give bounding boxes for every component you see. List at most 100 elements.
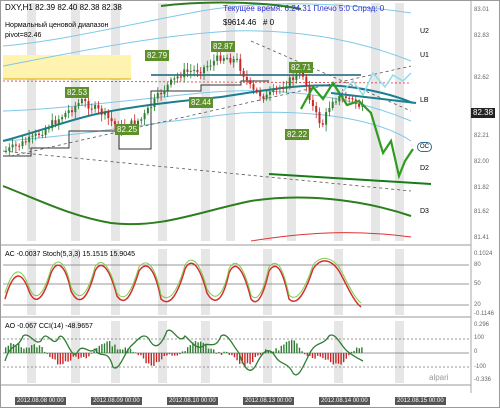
candle-body [226,57,229,59]
server-time: Текущее время: 6.24.31 Плечо 5:0 Спрэд: … [223,4,385,13]
level-d2: D2 [420,165,429,172]
ao-bar [233,353,236,358]
ao-axis-tick: 0.296 [474,322,490,328]
ao-bar [51,353,54,359]
candle-body [262,96,265,99]
ao-bar [20,347,22,353]
candle-body [344,96,347,99]
candle-body [288,77,291,87]
ao-bar [288,340,290,353]
price-label: 82.25 [115,124,140,135]
candle-body [150,107,153,109]
candle-body [348,98,351,100]
price-axis-tick: 82.83 [474,33,490,39]
session-stripes [27,3,404,241]
candle-body [87,101,90,109]
time-axis-label: 2012.08.10 00:00 [167,397,218,405]
candle-body [57,119,60,125]
ao-bar [41,347,43,353]
candle-body [315,106,318,113]
candle-body [110,118,113,122]
ao-bar [187,347,189,353]
candle-body [153,98,156,108]
candle-body [8,147,11,151]
ao-bar [129,348,132,353]
price-label: 82.53 [65,87,90,98]
candle-body [31,135,34,137]
ao-bar [137,353,139,356]
candle-body [358,103,361,107]
chart-canvas [1,1,472,393]
candle-body [249,80,252,85]
candle-body [21,141,24,147]
candle-body [196,69,199,73]
ao-bar [46,353,48,354]
ao-bar [353,350,355,353]
ao-bar [343,353,345,363]
candle-body [222,58,225,61]
ao-bar [25,347,28,353]
stoch-axis-tick: 50 [474,281,481,287]
ao-bar [23,348,25,353]
candle-body [335,101,337,103]
candle-body [18,145,21,147]
ao-bar [189,345,191,353]
ao-bar [301,351,303,353]
level-d3: D3 [420,208,429,215]
pivot-zone [3,55,131,79]
candle-body [5,150,7,152]
ao-bar [220,353,223,355]
ao-bar [124,347,126,353]
ao-axis-tick: -0.336 [474,377,492,383]
ao-bar [122,349,124,353]
ao-bar [335,353,337,364]
ao-bar [70,353,72,361]
candle-body [255,89,258,92]
ao-bar [259,353,262,355]
chart-window[interactable]: DXY,H1 82.39 82.40 82.38 82.38 Текущее в… [0,0,500,408]
ao-bar [59,353,61,365]
candle-body [104,111,106,115]
ao-bar [327,353,329,360]
price-axis-tick: 83.01 [474,7,490,13]
stoch-axis-tick: 20 [474,302,481,308]
ao-bar [246,353,249,364]
ao-bar [161,353,163,360]
candle-body [94,105,97,109]
ao-bar [207,348,210,353]
ao-bar [257,353,259,356]
ao-bar [356,347,358,353]
candle-body [269,91,271,95]
candle-body [328,108,331,113]
candle-body [61,117,64,120]
ao-bar [184,351,186,353]
ao-bar [57,353,59,365]
candle-body [14,144,17,146]
price-label: 82.44 [189,97,214,108]
ao-bar [361,347,363,353]
candle-body [236,58,238,60]
ao-title: AO -0.067 CCI(14) -48.9657 [5,323,93,330]
ao-bar [345,353,347,359]
ao-bar [194,341,197,353]
candle-body [160,92,163,95]
ao-bar [213,349,215,353]
candle-body [351,98,354,100]
ao-bar [106,341,108,353]
ao-bar [31,345,33,353]
ao-bar [254,353,256,358]
balance: $9614.46 [223,18,257,27]
candle-body [193,69,196,71]
ao-bar [44,351,46,353]
range-note: Нормальный ценовой диапазон [5,22,109,29]
ao-bar [202,342,204,353]
ao-bar [62,353,64,365]
ao-bar [249,353,251,365]
ao-bar [306,353,308,356]
candle-body [285,86,288,89]
candle-body [71,110,73,113]
ao-bar [150,353,152,366]
candle-body [219,55,222,61]
stoch-axis-tick: 0.1024 [474,251,493,257]
ao-bar [116,349,119,353]
